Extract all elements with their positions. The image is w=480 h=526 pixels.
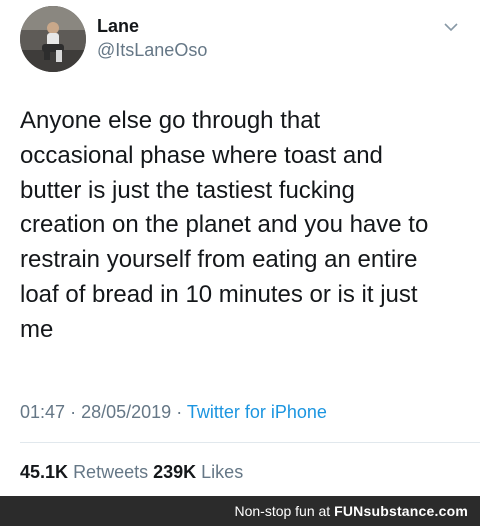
tweet-source-link[interactable]: Twitter for iPhone <box>187 402 327 422</box>
watermark-prefix: Non-stop fun at <box>234 503 331 519</box>
divider <box>20 442 480 443</box>
tweet-date: 28/05/2019 <box>81 402 172 422</box>
user-handle[interactable]: @ItsLaneOso <box>97 40 207 61</box>
meta-separator: · <box>70 402 77 422</box>
watermark-text: Non-stop fun at FUNsubstance.com <box>234 503 468 519</box>
tweet-meta: 01:47 · 28/05/2019 · Twitter for iPhone <box>20 402 327 423</box>
watermark-brand[interactable]: FUNsubstance.com <box>334 503 468 519</box>
avatar-photo <box>20 6 86 72</box>
likes-stat[interactable]: 239K Likes <box>153 462 243 482</box>
watermark-bar: Non-stop fun at FUNsubstance.com <box>0 496 480 526</box>
tweet-time: 01:47 <box>20 402 66 422</box>
avatar[interactable] <box>20 6 86 72</box>
meta-separator: · <box>176 402 183 422</box>
likes-count: 239K <box>153 462 197 482</box>
retweets-label: Retweets <box>73 462 149 482</box>
tweet-stats: 45.1K Retweets 239K Likes <box>20 462 243 483</box>
retweets-stat[interactable]: 45.1K Retweets <box>20 462 153 482</box>
tweet-text: Anyone else go through that occasional p… <box>20 107 429 343</box>
likes-label: Likes <box>201 462 244 482</box>
retweets-count: 45.1K <box>20 462 69 482</box>
chevron-down-icon[interactable] <box>444 22 458 32</box>
tweet-card: Lane @ItsLaneOso Anyone else go through … <box>0 0 480 496</box>
display-name[interactable]: Lane <box>97 16 139 37</box>
